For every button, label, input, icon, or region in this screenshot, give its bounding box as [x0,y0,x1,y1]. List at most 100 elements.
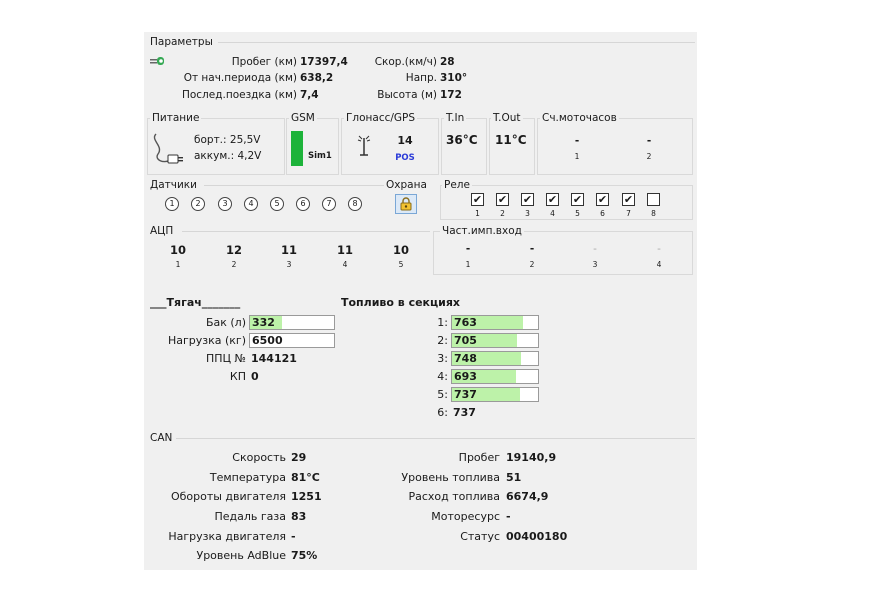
guard-button[interactable] [395,194,417,214]
section-label-3: 3: [437,352,448,365]
sat-count: 14 [397,134,413,147]
gsm-signal-bar [291,131,303,166]
adc-num-2: 2 [231,260,237,269]
gps-title: Глонасс/GPS [344,112,418,124]
battery-voltage: аккум.: 4,2V [194,150,262,162]
freq-num-2: 2 [529,260,535,269]
can-motor-value: - [506,510,511,523]
can-rpm-value: 1251 [291,490,322,503]
relay-num-6: 6 [600,209,605,218]
kp-value: 0 [251,370,259,383]
tout-title: T.Out [491,112,523,124]
freq-title: Част.имп.вход [440,225,524,237]
adc-title: АЦП [150,225,174,237]
last-trip-value: 7,4 [300,89,319,101]
guard-title: Охрана [386,179,427,191]
section-label-1: 1: [437,316,448,329]
load-value: 6500 [252,334,283,347]
tank-label: Бак (л) [205,316,246,329]
tout-value: 11°C [495,133,527,147]
section-bar-5: 737 [451,387,539,402]
antenna-icon [357,133,371,160]
can-engine-load-value: - [291,530,296,543]
relay-checkbox-1[interactable]: ✔ [471,193,484,206]
can-temp-label: Температура [209,471,286,484]
relay-num-5: 5 [575,209,580,218]
adc-value-5: 10 [392,243,409,257]
power-title: Питание [150,112,202,124]
load-bar: 6500 [249,333,335,348]
adc-value-4: 11 [336,243,353,257]
section-label-6: 6: [437,406,448,419]
can-adblue-value: 75% [291,549,318,562]
since-period-label: От нач.периода (км) [183,72,297,84]
pos-label: POS [395,153,415,163]
relay-title: Реле [442,179,472,191]
sim-label: Sim1 [308,151,332,161]
relay-checkbox-7[interactable]: ✔ [622,193,635,206]
can-fuel-level-label: Уровень топлива [401,471,500,484]
hours-value-1: - [574,135,580,147]
plug-icon [149,54,165,71]
can-adblue-label: Уровень AdBlue [196,549,287,562]
relay-num-1: 1 [475,209,480,218]
adc-separator [182,231,430,232]
can-fuel-level-value: 51 [506,471,522,484]
adc-value-3: 11 [280,243,297,257]
relay-checkbox-8[interactable] [647,193,660,206]
section-bar-4: 693 [451,369,539,384]
section-bar-3: 748 [451,351,539,366]
freq-num-3: 3 [592,260,598,269]
relay-checkbox-6[interactable]: ✔ [596,193,609,206]
section-value-1: 763 [454,316,477,329]
relay-checkbox-4[interactable]: ✔ [546,193,559,206]
mileage-label: Пробег (км) [231,56,297,68]
relay-num-3: 3 [525,209,530,218]
mileage-value: 17397,4 [300,56,348,68]
relay-num-2: 2 [500,209,505,218]
sensor-7: 7 [322,197,336,211]
can-mileage-value: 19140,9 [506,451,557,464]
adc-num-5: 5 [398,260,404,269]
section-bar-1: 763 [451,315,539,330]
freq-value-1: - [465,243,471,255]
fuel-sections-title: Топливо в секциях [341,296,461,309]
lock-icon [400,197,412,214]
tank-value: 332 [252,316,275,329]
relay-checkbox-3[interactable]: ✔ [521,193,534,206]
tin-title: T.In [444,112,467,124]
can-fuel-cons-label: Расход топлива [408,490,501,503]
load-label: Нагрузка (кг) [167,334,246,347]
adc-num-3: 3 [286,260,292,269]
section-value-3: 748 [454,352,477,365]
sensor-3: 3 [218,197,232,211]
freq-num-4: 4 [656,260,662,269]
can-engine-load-label: Нагрузка двигателя [168,530,286,543]
section-value-5: 737 [454,388,477,401]
freq-value-4: - [657,243,661,255]
altitude-label: Высота (м) [377,89,437,101]
ppc-label: ППЦ № [205,352,246,365]
relay-checkbox-2[interactable]: ✔ [496,193,509,206]
tank-bar: 332 [249,315,335,330]
freq-num-1: 1 [465,260,471,269]
relay-checkbox-5[interactable]: ✔ [571,193,584,206]
can-motor-label: Моторесурс [431,510,500,523]
kp-label: КП [229,370,246,383]
freq-value-2: - [529,243,535,255]
can-separator [176,438,695,439]
params-separator [218,42,695,43]
section-bar-2: 705 [451,333,539,348]
sensor-6: 6 [296,197,310,211]
hours-group [537,118,693,175]
speed-value: 28 [440,56,455,68]
can-speed-label: Скорость [232,451,286,464]
speed-label: Скор.(км/ч) [374,56,437,68]
since-period-value: 638,2 [300,72,334,84]
direction-label: Напр. [405,72,437,84]
tractor-title: ___Тягач_______ [150,296,241,309]
adc-num-4: 4 [342,260,348,269]
can-title: CAN [150,432,173,444]
ppc-value: 144121 [251,352,297,365]
hours-num-1: 1 [574,152,580,161]
